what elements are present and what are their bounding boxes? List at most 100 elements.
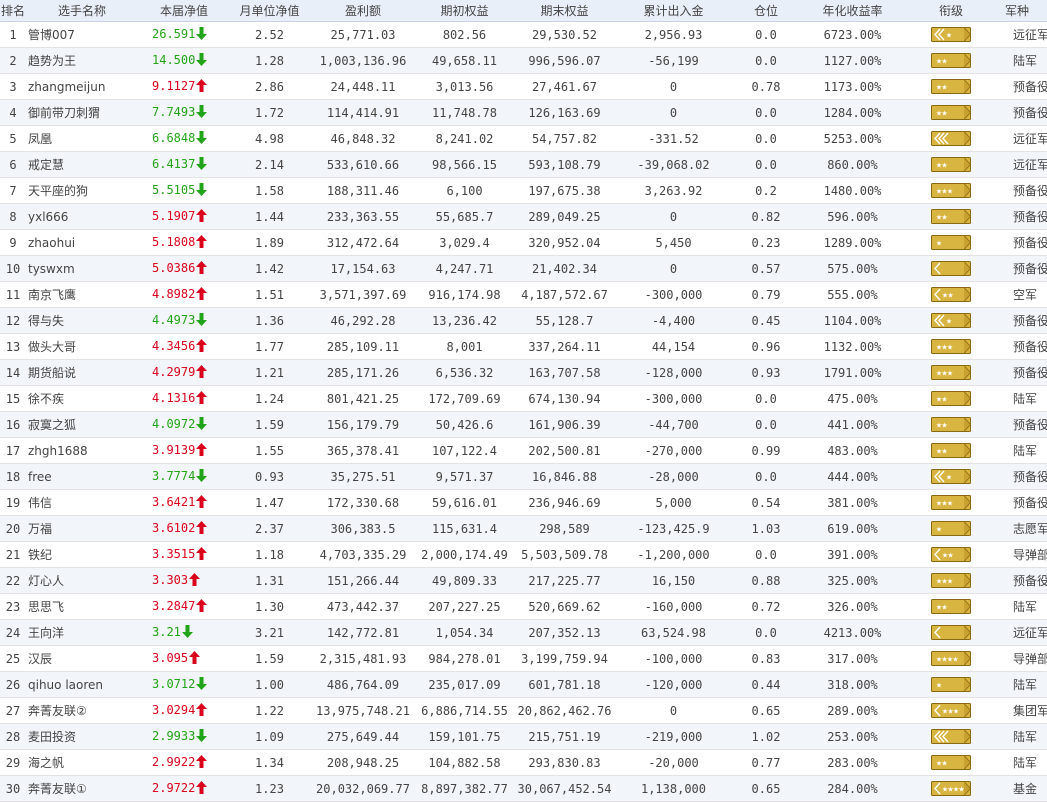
- header-player-name[interactable]: 选手名称: [26, 0, 138, 22]
- cumulative-flow-cell: -39,068.02: [617, 151, 730, 178]
- player-name-cell[interactable]: zhgh1688: [26, 437, 138, 464]
- table-row[interactable]: 27 奔菁友联② 3.0294 1.22 13,975,748.21 6,886,714.…: [0, 697, 1047, 724]
- player-name-cell[interactable]: tyswxm: [26, 255, 138, 282]
- position-cell: 0.93: [730, 359, 802, 386]
- table-row[interactable]: 29 海之帆 2.9922 1.34 208,948.25 104,882.58 293,8…: [0, 749, 1047, 776]
- cumulative-flow-cell: -28,000: [617, 463, 730, 490]
- player-name-cell[interactable]: 铁纪: [26, 541, 138, 568]
- player-name-cell[interactable]: 汉辰: [26, 645, 138, 672]
- player-name-cell[interactable]: 趋势为王: [26, 47, 138, 74]
- begin-equity-cell: 98,566.15: [417, 151, 512, 178]
- profit-cell: 4,703,335.29: [309, 541, 417, 568]
- table-row[interactable]: 2 趋势为王 14.500 1.28 1,003,136.96 49,658.11 996,…: [0, 47, 1047, 74]
- player-name-cell[interactable]: 海之帆: [26, 749, 138, 776]
- player-name-cell[interactable]: 做头大哥: [26, 333, 138, 360]
- rank-badge-cell: ★ ★: [903, 47, 999, 74]
- player-name-cell[interactable]: 奔菁友联②: [26, 697, 138, 724]
- header-position[interactable]: 仓位: [730, 0, 802, 22]
- table-row[interactable]: 10 tyswxm 5.0386 1.42 17,154.63 4,247.71 21,40…: [0, 255, 1047, 282]
- end-equity-cell: 54,757.82: [512, 125, 617, 152]
- header-end-equity[interactable]: 期末权益: [512, 0, 617, 22]
- player-name-cell[interactable]: 管博007: [26, 21, 138, 48]
- table-row[interactable]: 3 zhangmeijun 9.1127 2.86 24,448.11 3,013.56 2…: [0, 73, 1047, 100]
- cumulative-flow-cell: -128,000: [617, 359, 730, 386]
- player-name-cell[interactable]: 王向洋: [26, 619, 138, 646]
- player-name-cell[interactable]: free: [26, 463, 138, 490]
- player-name-cell[interactable]: 寂寞之狐: [26, 411, 138, 438]
- player-name-cell[interactable]: 戒定慧: [26, 151, 138, 178]
- begin-equity-cell: 50,426.6: [417, 411, 512, 438]
- table-row[interactable]: 28 麦田投资 2.9933 1.09 275,649.44 159,101.75 215,…: [0, 723, 1047, 750]
- player-name-cell[interactable]: 麦田投资: [26, 723, 138, 750]
- svg-text:★: ★: [941, 396, 947, 404]
- table-row[interactable]: 17 zhgh1688 3.9139 1.55 365,378.41 107,122.4 2…: [0, 437, 1047, 464]
- cumulative-flow-cell: -120,000: [617, 671, 730, 698]
- header-profit[interactable]: 盈利额: [309, 0, 417, 22]
- player-name-cell[interactable]: 御前带刀刺猬: [26, 99, 138, 126]
- header-rank-badge[interactable]: 衔级: [903, 0, 999, 22]
- table-row[interactable]: 6 戒定慧 6.4137 2.14 533,610.66 98,566.15 593,108…: [0, 151, 1047, 178]
- begin-equity-cell: 984,278.01: [417, 645, 512, 672]
- header-current-nav[interactable]: 本届净值: [138, 0, 230, 22]
- army-cell: 集团军: [999, 697, 1047, 724]
- begin-equity-cell: 2,000,174.49: [417, 541, 512, 568]
- table-row[interactable]: 30 奔菁友联① 2.9722 1.23 20,032,069.77 8,897,382.…: [0, 775, 1047, 802]
- current-nav-cell: 2.9722: [138, 775, 230, 802]
- table-row[interactable]: 14 期货船说 4.2979 1.21 285,171.26 6,536.32 163,70…: [0, 359, 1047, 386]
- table-row[interactable]: 9 zhaohui 5.1808 1.89 312,472.64 3,029.4 320,9…: [0, 229, 1047, 256]
- table-row[interactable]: 18 free 3.7774 0.93 35,275.51 9,571.37 16,846.…: [0, 463, 1047, 490]
- player-name-cell[interactable]: 期货船说: [26, 359, 138, 386]
- army-cell: 导弹部: [999, 541, 1047, 568]
- player-name-cell[interactable]: yxl666: [26, 203, 138, 230]
- player-name-cell[interactable]: 凤凰: [26, 125, 138, 152]
- table-row[interactable]: 23 思思飞 3.2847 1.30 473,442.37 207,227.25 520,6…: [0, 593, 1047, 620]
- player-name-cell[interactable]: 得与失: [26, 307, 138, 334]
- table-row[interactable]: 25 汉辰 3.095 1.59 2,315,481.93 984,278.01 3,199…: [0, 645, 1047, 672]
- table-row[interactable]: 11 南京飞鹰 4.8982 1.51 3,571,397.69 916,174.98 4,…: [0, 281, 1047, 308]
- table-row[interactable]: 7 天平座的狗 5.5105 1.58 188,311.46 6,100 197,675.3…: [0, 177, 1047, 204]
- table-row[interactable]: 20 万福 3.6102 2.37 306,383.5 115,631.4 298,589-…: [0, 515, 1047, 542]
- player-name-cell[interactable]: 万福: [26, 515, 138, 542]
- header-rank[interactable]: 排名: [0, 0, 26, 22]
- position-cell: 0.83: [730, 645, 802, 672]
- player-name-cell[interactable]: 奔菁友联①: [26, 775, 138, 802]
- rank-badge-cell: ★ ★ ★: [903, 697, 999, 724]
- current-nav-value: 3.6421: [152, 494, 196, 509]
- header-monthly-nav[interactable]: 月单位净值: [230, 0, 309, 22]
- svg-text:★: ★: [936, 526, 942, 534]
- player-name-cell[interactable]: qihuo laoren: [26, 671, 138, 698]
- player-name-cell[interactable]: 伟信: [26, 489, 138, 516]
- header-cumulative-flow[interactable]: 累计出入金: [617, 0, 730, 22]
- table-row[interactable]: 8 yxl666 5.1907 1.44 233,363.55 55,685.7 289,0…: [0, 203, 1047, 230]
- header-army[interactable]: 军种: [999, 0, 1047, 22]
- svg-text:★: ★: [953, 708, 959, 716]
- table-row[interactable]: 15 徐不疾 4.1316 1.24 801,421.25 172,709.69 674,1…: [0, 385, 1047, 412]
- player-name-cell[interactable]: 灯心人: [26, 567, 138, 594]
- header-annual-return[interactable]: 年化收益率: [802, 0, 903, 22]
- player-name-cell[interactable]: zhaohui: [26, 229, 138, 256]
- position-cell: 0.0: [730, 541, 802, 568]
- table-row[interactable]: 5 凤凰 6.6848 4.98 46,848.32 8,241.02 54,757.82-…: [0, 125, 1047, 152]
- table-row[interactable]: 22 灯心人 3.303 1.31 151,266.44 49,809.33 217,225…: [0, 567, 1047, 594]
- military-rank-insignia-icon: ★ ★: [931, 417, 972, 432]
- table-row[interactable]: 24 王向洋 3.21 3.21 142,772.81 1,054.34 207,352.1…: [0, 619, 1047, 646]
- player-name-cell[interactable]: 南京飞鹰: [26, 281, 138, 308]
- svg-text:★: ★: [941, 110, 947, 118]
- table-row[interactable]: 16 寂寞之狐 4.0972 1.59 156,179.79 50,426.6 161,90…: [0, 411, 1047, 438]
- table-row[interactable]: 19 伟信 3.6421 1.47 172,330.68 59,616.01 236,946…: [0, 489, 1047, 516]
- table-row[interactable]: 1 管博007 26.591 2.52 25,771.03 802.56 29,530.52…: [0, 21, 1047, 48]
- monthly-nav-cell: 1.34: [230, 749, 309, 776]
- rank-cell: 16: [0, 411, 26, 438]
- table-row[interactable]: 12 得与失 4.4973 1.36 46,292.28 13,236.42 55,128.…: [0, 307, 1047, 334]
- player-name-cell[interactable]: 天平座的狗: [26, 177, 138, 204]
- header-begin-equity[interactable]: 期初权益: [417, 0, 512, 22]
- player-name-cell[interactable]: 徐不疾: [26, 385, 138, 412]
- army-cell: 陆军: [999, 593, 1047, 620]
- table-row[interactable]: 21 铁纪 3.3515 1.18 4,703,335.29 2,000,174.49 5,…: [0, 541, 1047, 568]
- end-equity-cell: 520,669.62: [512, 593, 617, 620]
- table-row[interactable]: 26 qihuo laoren 3.0712 1.00 486,764.09 235,01…: [0, 671, 1047, 698]
- table-row[interactable]: 13 做头大哥 4.3456 1.77 285,109.11 8,001 337,264.1…: [0, 333, 1047, 360]
- player-name-cell[interactable]: 思思飞: [26, 593, 138, 620]
- table-row[interactable]: 4 御前带刀刺猬 7.7493 1.72 114,414.91 11,748.78 126,…: [0, 99, 1047, 126]
- player-name-cell[interactable]: zhangmeijun: [26, 73, 138, 100]
